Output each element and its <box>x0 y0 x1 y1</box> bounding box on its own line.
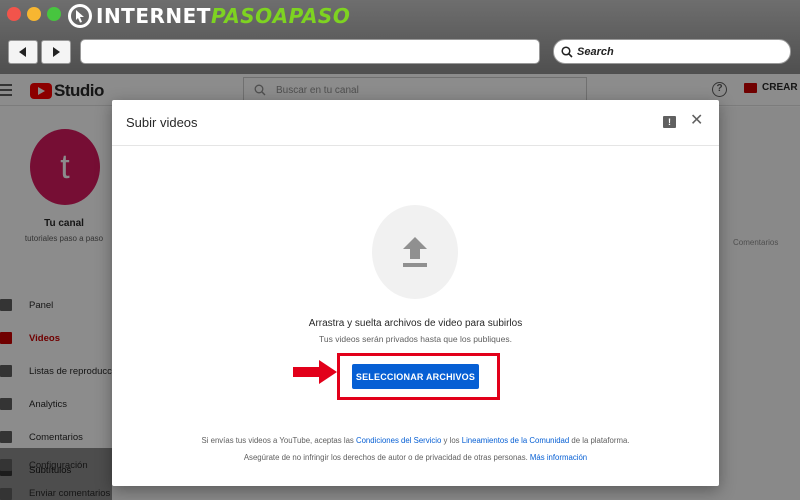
terms-of-service-link[interactable]: Condiciones del Servicio <box>356 436 441 445</box>
report-feedback-icon[interactable]: ! <box>663 116 676 128</box>
logo-text-internet: INTERNET <box>96 4 211 28</box>
terms-text-mid: y los <box>441 436 462 445</box>
dialog-header: Subir videos ! ✕ <box>112 100 719 146</box>
address-bar[interactable] <box>80 39 540 64</box>
copyright-text: Asegúrate de no infringir los derechos d… <box>243 453 530 462</box>
search-icon <box>561 45 573 58</box>
back-button[interactable] <box>8 40 38 64</box>
copyright-notice: Asegúrate de no infringir los derechos d… <box>112 453 719 462</box>
maximize-window-button[interactable] <box>47 7 61 21</box>
drop-instruction: Arrastra y suelta archivos de video para… <box>308 318 523 329</box>
community-guidelines-link[interactable]: Lineamientos de la Comunidad <box>462 436 570 445</box>
upload-drop-zone[interactable] <box>372 205 458 299</box>
upload-arrow-icon <box>403 237 427 267</box>
arrow-right-icon <box>53 47 60 57</box>
privacy-note: Tus videos serán privados hasta que los … <box>319 334 512 344</box>
close-icon[interactable]: ✕ <box>690 113 703 129</box>
minimize-window-button[interactable] <box>27 7 41 21</box>
cursor-icon <box>68 4 92 28</box>
browser-search-input[interactable]: Search <box>553 39 791 64</box>
terms-notice: Si envías tus videos a YouTube, aceptas … <box>112 436 719 445</box>
modal-backdrop-lower <box>0 448 112 500</box>
forward-button[interactable] <box>41 40 71 64</box>
red-arrow-annotation <box>293 360 337 384</box>
browser-chrome: INTERNET PASOAPASO Search <box>0 0 800 74</box>
more-info-link[interactable]: Más información <box>530 453 587 462</box>
close-window-button[interactable] <box>7 7 21 21</box>
site-logo: INTERNET PASOAPASO <box>68 3 350 29</box>
logo-text-pasoapaso: PASOAPASO <box>210 4 351 28</box>
upload-dialog: Subir videos ! ✕ Arrastra y suelta archi… <box>112 100 719 486</box>
terms-text-pre: Si envías tus videos a YouTube, aceptas … <box>201 436 356 445</box>
browser-search-placeholder: Search <box>577 45 614 58</box>
arrow-left-icon <box>19 47 26 57</box>
select-files-button[interactable]: SELECCIONAR ARCHIVOS <box>352 364 479 389</box>
terms-text-post: de la plataforma. <box>569 436 630 445</box>
dialog-title: Subir videos <box>126 115 198 130</box>
